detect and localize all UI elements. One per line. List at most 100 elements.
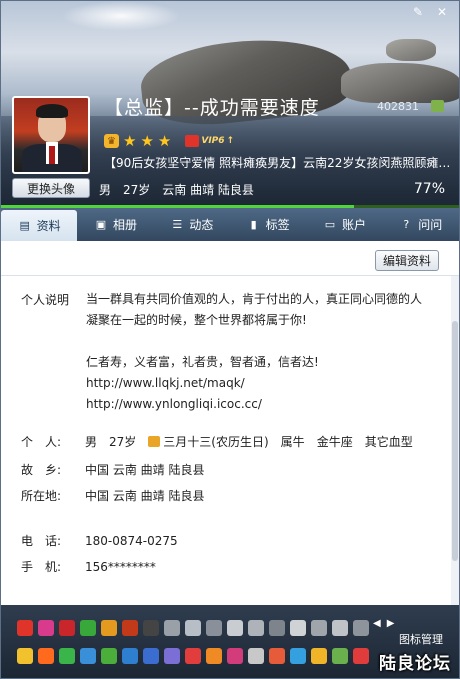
pendant-icon[interactable] (311, 648, 327, 664)
background-sky (61, 1, 181, 31)
background-rock (341, 63, 459, 103)
personal-desc: 当一群具有共同价值观的人，肯于付出的人，真正同心同德的人 凝聚在一起的时候，整个… (86, 289, 431, 415)
mood-text[interactable]: 【90后女孩坚守爱情 照料瘫痪男友】云南22岁女孩闵燕照顾瘫痪... (104, 154, 456, 171)
pendant-icon[interactable] (227, 620, 243, 636)
icon-row (17, 648, 369, 664)
age: 27岁 (123, 183, 151, 197)
star-icon: ★ (140, 132, 154, 150)
scrollbar-thumb[interactable] (452, 321, 458, 561)
pendant-icon[interactable] (59, 648, 75, 664)
divider (1, 275, 459, 276)
pendant-icon[interactable] (227, 648, 243, 664)
tab-feed[interactable]: ☰ 动态 (154, 208, 230, 241)
pendant-icon[interactable] (269, 620, 285, 636)
pendant-icon[interactable] (164, 648, 180, 664)
pendant-icon[interactable] (206, 620, 222, 636)
pendant-icon[interactable] (143, 620, 159, 636)
pendant-icon[interactable] (122, 648, 138, 664)
personal-gender: 男 (85, 435, 98, 449)
hometown-row: 故 乡: 中国 云南 曲靖 陆良县 (21, 463, 205, 477)
pendant-icon[interactable] (17, 648, 33, 664)
mobile-row: 手 机: 156******** (21, 559, 156, 575)
pendant-icon[interactable] (311, 620, 327, 636)
desc-line (86, 331, 431, 352)
pendant-icon[interactable] (101, 648, 117, 664)
pendant-icon[interactable] (80, 620, 96, 636)
profile-window: ✎ ✕ 更换头像 【总监】--成功需要速度 402831 ♛ ★ ★ ★ VIP… (0, 0, 460, 679)
pendant-icon[interactable] (185, 648, 201, 664)
pendant-icon[interactable] (290, 648, 306, 664)
tab-album[interactable]: ▣ 相册 (77, 208, 153, 241)
gender: 男 (99, 183, 112, 197)
watermark: 陆良论坛 (379, 654, 451, 674)
pendant-icon[interactable] (143, 648, 159, 664)
pendant-icon[interactable] (122, 620, 138, 636)
location: 云南 曲靖 陆良县 (162, 183, 254, 197)
vip-badge[interactable]: VIP6 ↑ (185, 135, 234, 147)
edit-profile-button[interactable]: 编辑资料 (375, 250, 439, 271)
change-avatar-button[interactable]: 更换头像 (12, 178, 90, 198)
tab-bar: ▤ 资料 ▣ 相册 ☰ 动态 ▮ 标签 ▭ 账户 ? 问问 (1, 208, 459, 241)
pendant-icon[interactable] (248, 648, 264, 664)
vip-icon (185, 135, 200, 147)
skin-icon[interactable]: ✎ (407, 3, 429, 21)
tab-tags[interactable]: ▮ 标签 (230, 208, 306, 241)
album-icon: ▣ (95, 218, 107, 231)
question-icon: ? (403, 218, 410, 231)
icon-pager: ◀ ▶ (373, 618, 394, 629)
personal-zodiac: 属牛 (280, 435, 305, 449)
personal-blood: 其它血型 (364, 435, 413, 449)
nickname: 【总监】--成功需要速度 (104, 97, 320, 119)
pendant-icon[interactable] (353, 648, 369, 664)
desc-link[interactable]: http://www.llqkj.net/maqk/ (86, 373, 431, 394)
profile-card-icon: ▤ (19, 219, 30, 232)
pendant-icon[interactable] (353, 620, 369, 636)
birthday-icon (148, 436, 161, 447)
pendant-icon[interactable] (269, 648, 285, 664)
pendant-icon[interactable] (38, 620, 54, 636)
pendant-icon[interactable] (17, 620, 33, 636)
scrollbar[interactable] (451, 276, 459, 605)
copy-id-icon[interactable] (431, 100, 444, 112)
pendant-icon[interactable] (59, 620, 75, 636)
desc-line: 当一群具有共同价值观的人，肯于付出的人，真正同心同德的人 (86, 292, 423, 306)
pendant-icon[interactable] (332, 620, 348, 636)
icon-manage-link[interactable]: 图标管理 (399, 631, 443, 647)
pendant-icon[interactable] (248, 620, 264, 636)
pendant-icon[interactable] (185, 620, 201, 636)
personal-desc-row: 个人说明 (21, 291, 85, 308)
next-arrow-icon[interactable]: ▶ (387, 618, 395, 629)
pendant-icon[interactable] (101, 620, 117, 636)
pendant-icon[interactable] (332, 648, 348, 664)
pendant-icon[interactable] (164, 620, 180, 636)
star-icon: ★ (157, 132, 172, 150)
pendant-icon[interactable] (206, 648, 222, 664)
pendant-icon[interactable] (80, 648, 96, 664)
level-badges: ♛ ★ ★ ★ VIP6 ↑ (104, 132, 234, 150)
pendant-icon[interactable] (290, 620, 306, 636)
close-icon[interactable]: ✕ (431, 3, 453, 21)
personal-row: 个 人: 男 27岁 三月十三(农历生日) 属牛 金牛座 其它血型 (21, 435, 413, 449)
pendant-icon[interactable] (38, 648, 54, 664)
desc-link[interactable]: http://www.ynlongliqi.icoc.cc/ (86, 394, 431, 415)
residence-value: 中国 云南 曲靖 陆良县 (85, 489, 205, 503)
icon-row (17, 620, 369, 636)
crown-icon[interactable]: ♛ (104, 134, 119, 148)
star-icon: ★ (123, 132, 137, 150)
tab-account[interactable]: ▭ 账户 (306, 208, 382, 241)
hometown-value: 中国 云南 曲靖 陆良县 (85, 463, 205, 477)
background-rock (386, 39, 436, 61)
wallet-icon: ▭ (324, 218, 336, 231)
window-controls: ✎ ✕ (407, 3, 453, 21)
phone-value: 180-0874-0275 (85, 533, 178, 548)
tab-ask[interactable]: ? 问问 (383, 208, 459, 241)
tab-profile[interactable]: ▤ 资料 (1, 210, 78, 241)
feed-icon: ☰ (172, 218, 183, 231)
personal-age: 27岁 (109, 435, 137, 449)
basic-info: 男 27岁 云南 曲靖 陆良县 (99, 181, 254, 198)
prev-arrow-icon[interactable]: ◀ (373, 618, 381, 629)
avatar[interactable] (12, 96, 90, 174)
residence-row: 所在地: 中国 云南 曲靖 陆良县 (21, 489, 205, 503)
desc-line: 凝聚在一起的时候，整个世界都将属于你! (86, 313, 307, 327)
personal-desc-label: 个人说明 (21, 293, 70, 307)
